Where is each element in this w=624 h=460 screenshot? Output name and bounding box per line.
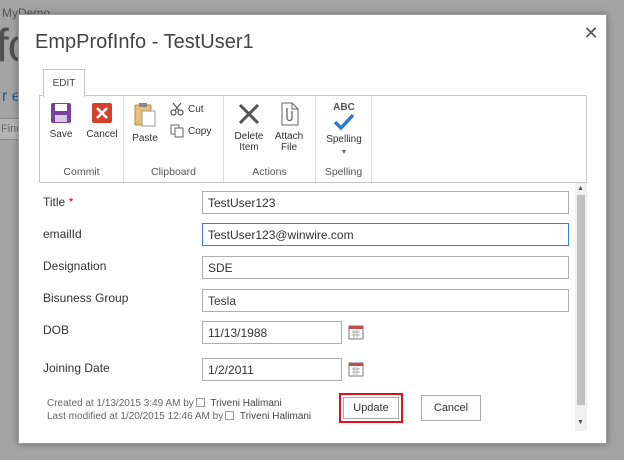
cut-button[interactable]: Cut — [170, 102, 204, 116]
modified-user[interactable]: Triveni Halimani — [240, 411, 311, 422]
dialog-title: EmpProfInfo - TestUser1 — [35, 31, 254, 53]
scroll-up-icon[interactable]: ▲ — [577, 185, 584, 192]
attach-label-2: File — [280, 142, 298, 153]
delete-icon — [238, 103, 260, 125]
close-icon[interactable]: ✕ — [583, 24, 599, 42]
business-group-label: Bisuness Group — [43, 291, 129, 305]
delete-label-2: Item — [239, 142, 259, 153]
background-search-box: Find — [0, 118, 22, 140]
cancel-ribbon-button[interactable]: Cancel — [84, 102, 120, 140]
calendar-icon[interactable] — [348, 324, 364, 340]
user-presence-icon — [195, 398, 205, 407]
edit-item-dialog: EmpProfInfo - TestUser1 ✕ EDIT Save Canc… — [18, 14, 607, 444]
title-label-text: Title — [43, 195, 66, 209]
spelling-group-label: Spelling — [324, 166, 363, 178]
emailid-label: emailId — [43, 227, 82, 241]
paste-label: Paste — [132, 133, 158, 144]
commit-group-label: Commit — [63, 166, 100, 178]
copy-icon — [170, 124, 184, 138]
save-label: Save — [49, 129, 73, 140]
paste-icon — [134, 103, 156, 127]
user-presence-icon — [225, 411, 235, 420]
spelling-label: Spelling — [326, 134, 362, 145]
delete-item-button[interactable]: Delete Item — [232, 102, 266, 153]
cancel-button[interactable]: Cancel — [421, 395, 481, 421]
emailid-input[interactable] — [202, 223, 569, 246]
created-text: Created at 1/13/2015 3:49 AM by — [47, 398, 194, 409]
ribbon-group-commit: Save Cancel Commit — [40, 96, 124, 182]
scissors-icon — [170, 102, 184, 116]
save-icon — [51, 103, 71, 123]
created-info: Created at 1/13/2015 3:49 AM by Triveni … — [47, 398, 282, 409]
ribbon-group-spelling: ABC Spelling ▼ Spelling — [316, 96, 372, 182]
copy-button[interactable]: Copy — [170, 124, 211, 138]
cancel-x-icon — [92, 103, 112, 123]
created-user[interactable]: Triveni Halimani — [210, 398, 281, 409]
save-button[interactable]: Save — [46, 102, 76, 140]
abc-text: ABC — [333, 102, 355, 113]
joining-date-input[interactable] — [202, 358, 342, 381]
joining-date-label: Joining Date — [43, 361, 110, 375]
dob-input[interactable] — [202, 321, 342, 344]
designation-label: Designation — [43, 259, 107, 273]
paste-button[interactable]: Paste — [130, 102, 160, 144]
clipboard-group-label: Clipboard — [151, 166, 196, 178]
ribbon-group-actions: Delete Item Attach File Actions — [224, 96, 316, 182]
tab-edit[interactable]: EDIT — [43, 69, 85, 97]
spellcheck-icon — [333, 113, 355, 131]
cancel-ribbon-label: Cancel — [86, 129, 118, 140]
attach-label-1: Attach — [274, 131, 304, 142]
designation-input[interactable] — [202, 256, 569, 279]
spelling-button[interactable]: ABC Spelling ▼ — [322, 102, 366, 158]
ribbon-group-clipboard: Paste Cut Copy Clipboard — [124, 96, 224, 182]
business-group-input[interactable] — [202, 289, 569, 312]
required-marker: * — [68, 195, 74, 209]
ribbon: Save Cancel Commit Paste Cut Copy Clipbo… — [39, 95, 587, 183]
actions-group-label: Actions — [252, 166, 287, 178]
modified-text: Last modified at 1/20/2015 12:46 AM by — [47, 411, 224, 422]
update-button[interactable]: Update — [343, 397, 399, 419]
cut-label: Cut — [188, 103, 204, 115]
attach-file-icon — [281, 102, 299, 126]
title-input[interactable] — [202, 191, 569, 214]
dob-label: DOB — [43, 323, 70, 337]
modified-info: Last modified at 1/20/2015 12:46 AM by T… — [47, 411, 311, 422]
attach-file-button[interactable]: Attach File — [272, 102, 306, 153]
title-label: Title * — [43, 195, 73, 209]
copy-label: Copy — [188, 125, 212, 137]
scrollbar-thumb[interactable] — [577, 195, 585, 405]
calendar-icon[interactable] — [348, 361, 364, 377]
delete-label-1: Delete — [234, 131, 264, 142]
chevron-down-icon: ▼ — [340, 149, 348, 156]
scroll-down-icon[interactable]: ▼ — [577, 419, 584, 426]
